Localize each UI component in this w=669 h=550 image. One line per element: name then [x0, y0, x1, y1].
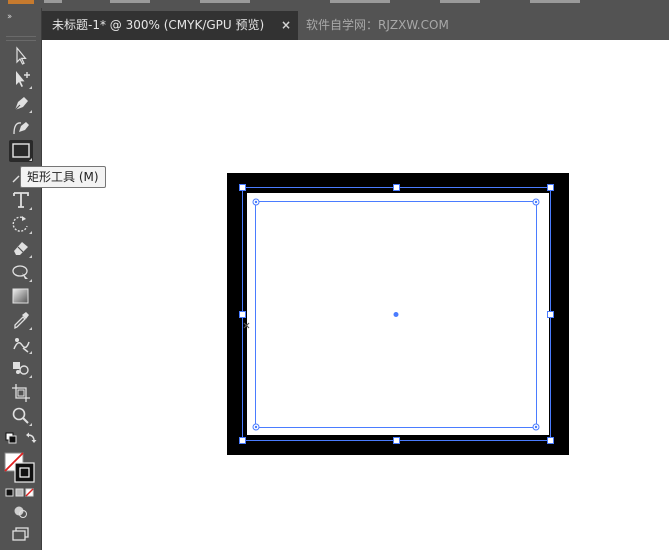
symbol-sprayer-tool-button[interactable] [9, 357, 33, 379]
close-icon[interactable]: × [281, 11, 291, 40]
watermark-tab: 软件自学网：RJZXW.COM [306, 11, 466, 40]
direct-selection-tool-button[interactable] [9, 68, 33, 90]
document-canvas[interactable] [42, 40, 669, 550]
swap-colors-icon [26, 432, 37, 443]
gradient-tool-button[interactable] [9, 285, 33, 307]
eraser-tool-button[interactable] [9, 237, 33, 259]
draw-mode-button[interactable] [9, 503, 33, 525]
handle-bottom-left[interactable] [239, 437, 246, 444]
screen-mode-icon [12, 527, 29, 541]
draw-mode-icon [14, 506, 27, 518]
menu-fragment [44, 0, 62, 3]
handle-bottom-center[interactable] [393, 437, 400, 444]
selection-tool-button[interactable] [9, 45, 33, 67]
artboard-icon [12, 384, 30, 402]
curvature-tool-button[interactable] [9, 116, 33, 138]
rectangle-tool-button[interactable] [9, 140, 33, 162]
artwork [227, 173, 569, 455]
handle-bottom-right[interactable] [547, 437, 554, 444]
pen-tool-button[interactable] [9, 92, 33, 114]
panel-grip[interactable] [6, 36, 36, 41]
warp-tool-button[interactable] [9, 261, 33, 283]
tools-panel: ›› [0, 8, 42, 550]
handle-top-center[interactable] [393, 184, 400, 191]
tool-tooltip: 矩形工具 (M) [20, 166, 106, 188]
menu-fragment [200, 0, 250, 3]
color-mode-buttons[interactable] [5, 487, 37, 499]
handle-middle-right[interactable] [547, 311, 554, 318]
gradient-icon [12, 288, 29, 304]
zoom-tool-button[interactable] [9, 405, 33, 427]
document-tab-bar: 未标题-1* @ 300% (CMYK/GPU 预览) × 软件自学网：RJZX… [42, 8, 669, 40]
collapse-panel-icon[interactable]: ›› [7, 12, 12, 22]
eyedropper-tool-button[interactable] [9, 309, 33, 331]
gradient-mode-icon [15, 488, 24, 497]
handle-middle-left[interactable] [239, 311, 246, 318]
screen-mode-button[interactable] [9, 525, 33, 547]
tooltip-text: 矩形工具 (M) [27, 170, 99, 184]
puppet-warp-tool-button[interactable] [9, 333, 33, 355]
document-tab-title: 未标题-1* @ 300% (CMYK/GPU 预览) [52, 18, 265, 32]
menu-bar-fragment [0, 0, 669, 8]
watermark-text: 软件自学网：RJZXW.COM [306, 18, 449, 32]
center-point [393, 312, 399, 317]
menu-fragment [330, 0, 390, 3]
rotate-tool-button[interactable] [9, 213, 33, 235]
handle-top-right[interactable] [547, 184, 554, 191]
app-logo-fragment [8, 0, 34, 4]
menu-fragment [110, 0, 150, 3]
default-colors-icon [5, 432, 17, 444]
type-tool-button[interactable] [9, 189, 33, 211]
artboard-tool-button[interactable] [9, 381, 33, 403]
handle-top-left[interactable] [239, 184, 246, 191]
menu-fragment [440, 0, 480, 3]
color-mode-icon [5, 488, 14, 497]
color-swap-controls[interactable] [4, 431, 38, 453]
document-tab[interactable]: 未标题-1* @ 300% (CMYK/GPU 预览) × [42, 11, 298, 40]
arrow-outline-icon [16, 46, 27, 65]
fill-stroke-swatches[interactable] [4, 451, 38, 483]
stroke-black-swatch [14, 462, 35, 483]
menu-fragment [530, 0, 580, 3]
curvature-pen-icon [13, 122, 29, 135]
